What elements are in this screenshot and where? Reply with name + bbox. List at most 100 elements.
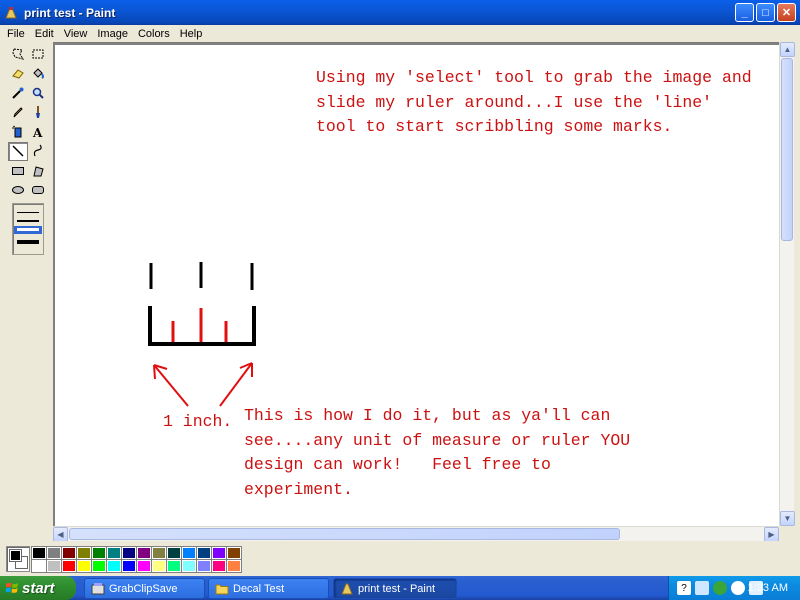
paint-app-icon bbox=[341, 583, 353, 595]
palette-swatch[interactable] bbox=[211, 546, 227, 560]
palette-swatch[interactable] bbox=[226, 559, 242, 573]
menu-colors[interactable]: Colors bbox=[133, 28, 175, 40]
palette-swatch[interactable] bbox=[106, 546, 122, 560]
palette-swatch[interactable] bbox=[31, 546, 47, 560]
foreground-color bbox=[9, 549, 22, 562]
chevron-left-icon: ◀ bbox=[57, 530, 64, 539]
menu-edit[interactable]: Edit bbox=[30, 28, 59, 40]
minimize-button[interactable]: _ bbox=[735, 3, 754, 22]
palette-swatch[interactable] bbox=[31, 559, 47, 573]
palette-swatch[interactable] bbox=[136, 546, 152, 560]
palette-swatch[interactable] bbox=[121, 546, 137, 560]
tool-ellipse[interactable] bbox=[8, 181, 28, 200]
horizontal-scrollbar[interactable]: ◀ ▶ bbox=[53, 526, 779, 542]
color-palette bbox=[31, 546, 242, 573]
tool-pick-color[interactable] bbox=[8, 83, 28, 102]
tool-fill[interactable] bbox=[28, 64, 48, 83]
tool-box: A bbox=[0, 42, 53, 542]
tool-curve[interactable] bbox=[28, 142, 48, 161]
palette-swatch[interactable] bbox=[46, 559, 62, 573]
help-icon[interactable]: ? bbox=[677, 581, 691, 595]
polygon-icon bbox=[33, 165, 44, 176]
task-grabclipsave[interactable]: GrabClipSave bbox=[84, 578, 205, 599]
close-icon: ✕ bbox=[781, 7, 792, 19]
scroll-left-button[interactable]: ◀ bbox=[53, 527, 68, 542]
tool-brush[interactable] bbox=[28, 103, 48, 122]
maximize-button[interactable]: □ bbox=[756, 3, 775, 22]
drawing-canvas[interactable]: Using my 'select' tool to grab the image… bbox=[55, 45, 780, 527]
menu-file[interactable]: File bbox=[2, 28, 30, 40]
tool-free-form-select[interactable] bbox=[8, 44, 28, 63]
start-button[interactable]: start bbox=[0, 576, 76, 600]
tool-pencil[interactable] bbox=[8, 103, 28, 122]
scrollbar-corner bbox=[779, 526, 794, 541]
paint-app-icon[interactable] bbox=[4, 6, 18, 20]
magnifier-icon bbox=[32, 87, 44, 99]
system-tray: ? 1:33 AM bbox=[668, 576, 800, 600]
palette-swatch[interactable] bbox=[46, 546, 62, 560]
horizontal-scroll-thumb[interactable] bbox=[69, 528, 620, 540]
menu-image[interactable]: Image bbox=[92, 28, 133, 40]
line-width-2[interactable] bbox=[17, 220, 39, 222]
palette-swatch[interactable] bbox=[106, 559, 122, 573]
palette-swatch[interactable] bbox=[61, 559, 77, 573]
menu-help[interactable]: Help bbox=[175, 28, 208, 40]
tool-select[interactable] bbox=[28, 44, 48, 63]
task-print-test-paint[interactable]: print test - Paint bbox=[333, 578, 457, 599]
scroll-right-button[interactable]: ▶ bbox=[764, 527, 779, 542]
tool-polygon[interactable] bbox=[28, 161, 48, 180]
palette-swatch[interactable] bbox=[136, 559, 152, 573]
security-icon[interactable] bbox=[713, 581, 727, 595]
taskbar-clock: 1:33 AM bbox=[747, 582, 788, 594]
volume-icon[interactable] bbox=[731, 581, 745, 595]
tool-rectangle[interactable] bbox=[8, 161, 28, 180]
line-width-selected-highlight bbox=[14, 226, 42, 234]
chevron-down-icon: ▼ bbox=[783, 514, 792, 523]
palette-swatch[interactable] bbox=[76, 559, 92, 573]
tool-grid: A bbox=[8, 44, 48, 200]
palette-swatch[interactable] bbox=[121, 559, 137, 573]
palette-swatch[interactable] bbox=[181, 559, 197, 573]
color-box bbox=[0, 541, 800, 576]
menu-bar: File Edit View Image Colors Help bbox=[0, 25, 800, 42]
tool-eraser[interactable] bbox=[8, 64, 28, 83]
scroll-up-button[interactable]: ▲ bbox=[780, 42, 795, 57]
folder-icon bbox=[215, 584, 229, 595]
network-icon[interactable] bbox=[695, 581, 709, 595]
palette-swatch[interactable] bbox=[151, 546, 167, 560]
vertical-scrollbar[interactable]: ▲ ▼ bbox=[779, 42, 795, 526]
current-colors bbox=[6, 546, 30, 572]
note-bottom: This is how I do it, but as ya'll can se… bbox=[244, 406, 631, 499]
fill-icon bbox=[33, 68, 44, 79]
palette-swatch[interactable] bbox=[151, 559, 167, 573]
line-width-3[interactable] bbox=[17, 228, 39, 231]
line-width-1[interactable] bbox=[17, 212, 39, 213]
line-width-4[interactable] bbox=[17, 240, 39, 244]
palette-swatch[interactable] bbox=[91, 559, 107, 573]
palette-swatch[interactable] bbox=[166, 546, 182, 560]
palette-swatch[interactable] bbox=[91, 546, 107, 560]
palette-swatch[interactable] bbox=[196, 559, 212, 573]
scroll-down-button[interactable]: ▼ bbox=[780, 511, 795, 526]
palette-swatch[interactable] bbox=[166, 559, 182, 573]
tool-magnifier[interactable] bbox=[28, 83, 48, 102]
palette-swatch[interactable] bbox=[226, 546, 242, 560]
tool-airbrush[interactable] bbox=[8, 122, 28, 141]
menu-view[interactable]: View bbox=[59, 28, 93, 40]
vertical-scroll-thumb[interactable] bbox=[781, 58, 793, 241]
palette-swatch[interactable] bbox=[211, 559, 227, 573]
close-button[interactable]: ✕ bbox=[777, 3, 796, 22]
palette-swatch[interactable] bbox=[181, 546, 197, 560]
tool-line[interactable] bbox=[8, 141, 28, 161]
palette-swatch[interactable] bbox=[76, 546, 92, 560]
text-icon: A bbox=[32, 126, 43, 139]
tool-rounded-rectangle[interactable] bbox=[28, 181, 48, 200]
task-decal-test[interactable]: Decal Test bbox=[208, 578, 329, 599]
chevron-up-icon: ▲ bbox=[783, 45, 792, 54]
task-label: Decal Test bbox=[233, 582, 285, 595]
minimize-icon: _ bbox=[741, 6, 748, 19]
palette-swatch[interactable] bbox=[196, 546, 212, 560]
ellipse-icon bbox=[12, 186, 24, 194]
tool-text[interactable]: A bbox=[28, 122, 48, 141]
palette-swatch[interactable] bbox=[61, 546, 77, 560]
